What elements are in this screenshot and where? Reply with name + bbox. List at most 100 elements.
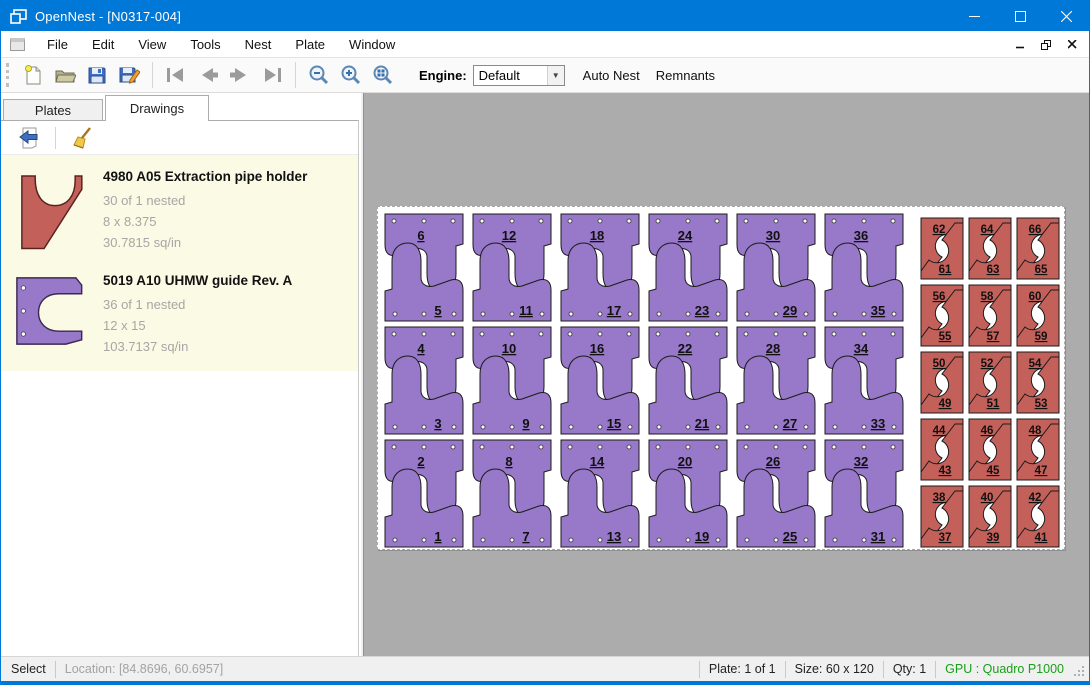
tab-strip: Plates Drawings: [1, 95, 361, 121]
nest-canvas[interactable]: 6512111817242330293635431091615222128273…: [363, 93, 1090, 659]
clear-drawings-button[interactable]: [66, 123, 98, 153]
svg-text:18: 18: [590, 228, 604, 243]
nested-part-pair-red[interactable]: 4241: [1015, 484, 1061, 549]
nested-part-pair-red[interactable]: 4847: [1015, 417, 1061, 482]
nested-part-pair-red[interactable]: 4443: [919, 417, 965, 482]
status-mode: Select: [11, 662, 46, 676]
nested-part-pair-purple[interactable]: 2019: [645, 438, 731, 549]
nested-part-pair-purple[interactable]: 1817: [557, 212, 643, 323]
menu-item-edit[interactable]: Edit: [80, 31, 126, 57]
nested-part-pair-purple[interactable]: 3635: [821, 212, 907, 323]
svg-text:32: 32: [854, 454, 868, 469]
svg-text:20: 20: [678, 454, 692, 469]
nested-part-pair-purple[interactable]: 65: [381, 212, 467, 323]
open-folder-icon: [54, 64, 76, 86]
nested-part-pair-purple[interactable]: 1615: [557, 325, 643, 436]
svg-text:50: 50: [933, 358, 946, 370]
nested-part-pair-purple[interactable]: 2625: [733, 438, 819, 549]
first-plate-button[interactable]: [160, 60, 192, 90]
previous-plate-button[interactable]: [192, 60, 224, 90]
drawing-size: 8 x 8.375: [103, 211, 307, 232]
window-title: OpenNest - [N0317-004]: [35, 9, 181, 24]
svg-text:14: 14: [590, 454, 605, 469]
drawing-item[interactable]: 4980 A05 Extraction pipe holder 30 of 1 …: [1, 159, 358, 263]
nested-part-pair-red[interactable]: 5049: [919, 350, 965, 415]
remnants-button[interactable]: Remnants: [648, 63, 723, 88]
svg-text:62: 62: [933, 224, 946, 236]
mdi-close-button[interactable]: [1061, 35, 1083, 55]
nested-part-pair-purple[interactable]: 109: [469, 325, 555, 436]
maximize-button[interactable]: [997, 1, 1043, 31]
svg-text:2: 2: [417, 454, 424, 469]
engine-select[interactable]: Default ▼: [473, 65, 565, 86]
nested-part-pair-purple[interactable]: 3029: [733, 212, 819, 323]
nested-part-pair-red[interactable]: 6261: [919, 216, 965, 281]
nested-part-pair-red[interactable]: 6059: [1015, 283, 1061, 348]
svg-text:24: 24: [678, 228, 693, 243]
nested-part-pair-red[interactable]: 5655: [919, 283, 965, 348]
mdi-minimize-button[interactable]: [1009, 35, 1031, 55]
plate[interactable]: 6512111817242330293635431091615222128273…: [377, 206, 1065, 550]
nested-part-pair-purple[interactable]: 3433: [821, 325, 907, 436]
zoom-in-button[interactable]: [335, 60, 367, 90]
nested-part-pair-red[interactable]: 4039: [967, 484, 1013, 549]
mdi-restore-button[interactable]: [1035, 35, 1057, 55]
nested-part-pair-purple[interactable]: 1413: [557, 438, 643, 549]
status-gpu: GPU : Quadro P1000: [945, 662, 1064, 676]
nested-part-pair-purple[interactable]: 2221: [645, 325, 731, 436]
status-plate: Plate: 1 of 1: [709, 662, 776, 676]
save-button[interactable]: [81, 60, 113, 90]
svg-text:31: 31: [871, 529, 885, 544]
nested-part-pair-red[interactable]: 3837: [919, 484, 965, 549]
svg-text:54: 54: [1029, 358, 1042, 370]
svg-text:41: 41: [1035, 532, 1048, 544]
menu-item-tools[interactable]: Tools: [178, 31, 232, 57]
drawing-item[interactable]: 5019 A10 UHMW guide Rev. A 36 of 1 neste…: [1, 263, 358, 365]
nested-part-pair-purple[interactable]: 21: [381, 438, 467, 549]
document-window-icon[interactable]: [10, 38, 25, 51]
menu-item-plate[interactable]: Plate: [283, 31, 337, 57]
save-as-button[interactable]: [113, 60, 145, 90]
toolbar-grip[interactable]: [6, 63, 9, 87]
auto-nest-button[interactable]: Auto Nest: [575, 63, 648, 88]
menu-item-nest[interactable]: Nest: [233, 31, 284, 57]
nested-part-pair-red[interactable]: 6665: [1015, 216, 1061, 281]
zoom-out-button[interactable]: [303, 60, 335, 90]
nested-part-pair-red[interactable]: 6463: [967, 216, 1013, 281]
nested-part-pair-red[interactable]: 46 45: [967, 417, 1013, 482]
import-drawing-button[interactable]: [13, 123, 45, 153]
minimize-button[interactable]: [951, 1, 997, 31]
zoom-fit-button[interactable]: [367, 60, 399, 90]
svg-text:58: 58: [981, 291, 994, 303]
menu-item-window[interactable]: Window: [337, 31, 407, 57]
nested-part-pair-purple[interactable]: 32 31: [821, 438, 907, 549]
nested-part-pair-red[interactable]: 5857: [967, 283, 1013, 348]
svg-text:7: 7: [522, 529, 529, 544]
tab-plates[interactable]: Plates: [3, 99, 103, 121]
nested-part-pair-purple[interactable]: 1211: [469, 212, 555, 323]
menu-bar: FileEditViewToolsNestPlateWindow: [1, 31, 1089, 58]
chevron-down-icon[interactable]: ▼: [547, 66, 564, 85]
nested-part-pair-purple[interactable]: 43: [381, 325, 467, 436]
nested-part-pair-purple[interactable]: 2827: [733, 325, 819, 436]
new-file-button[interactable]: [17, 60, 49, 90]
resize-grip[interactable]: [1072, 664, 1086, 678]
tab-drawings[interactable]: Drawings: [105, 95, 209, 121]
last-plate-button[interactable]: [256, 60, 288, 90]
menu-item-file[interactable]: File: [35, 31, 80, 57]
svg-text:63: 63: [987, 264, 1000, 276]
nested-part-pair-red[interactable]: 5251: [967, 350, 1013, 415]
window-accent-border: [1, 681, 1089, 684]
next-plate-button[interactable]: [224, 60, 256, 90]
nested-part-pair-red[interactable]: 5453: [1015, 350, 1061, 415]
svg-text:48: 48: [1029, 425, 1042, 437]
nested-part-pair-purple[interactable]: 24 23: [645, 212, 731, 323]
nested-part-pair-purple[interactable]: 87: [469, 438, 555, 549]
menu-item-view[interactable]: View: [126, 31, 178, 57]
close-button[interactable]: [1043, 1, 1089, 31]
svg-text:45: 45: [987, 465, 1000, 477]
open-file-button[interactable]: [49, 60, 81, 90]
svg-text:1: 1: [434, 529, 441, 544]
svg-text:46: 46: [981, 425, 994, 437]
svg-text:23: 23: [695, 303, 709, 318]
